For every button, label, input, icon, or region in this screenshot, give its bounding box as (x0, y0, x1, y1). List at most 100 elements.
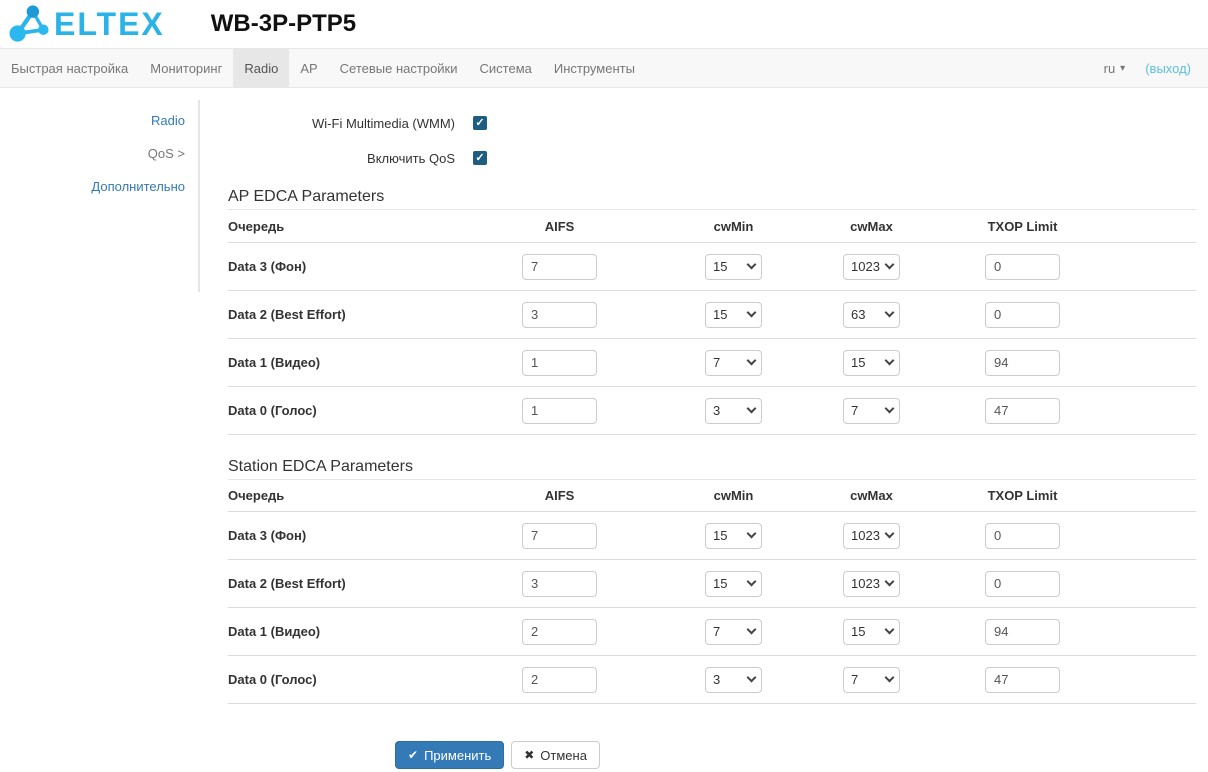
chevron-down-icon (885, 625, 895, 635)
queue-label: Data 0 (Голос) (228, 403, 522, 418)
txop-input[interactable] (985, 571, 1060, 597)
sidebar-item-radio[interactable]: Radio (0, 113, 185, 126)
cwmax-select[interactable]: 7 (843, 667, 900, 693)
cwmin-select[interactable]: 7 (705, 619, 762, 645)
wmm-label: Wi-Fi Multimedia (WMM) (228, 116, 455, 131)
col-header-queue: Очередь (228, 488, 522, 503)
txop-input[interactable] (985, 667, 1060, 693)
table-row: Data 1 (Видео) 7 15 (228, 608, 1196, 656)
table-header-row: Очередь AIFS cwMin cwMax TXOP Limit (228, 210, 1196, 243)
chevron-down-icon (885, 529, 895, 539)
sidebar-item-advanced[interactable]: Дополнительно (0, 179, 185, 192)
tab-system[interactable]: Система (469, 49, 543, 87)
chevron-down-icon (747, 577, 757, 587)
apply-button[interactable]: ✔ Применить (395, 741, 504, 769)
check-icon: ✔ (408, 748, 418, 762)
main-navbar: Быстрая настройка Мониторинг Radio AP Се… (0, 48, 1208, 88)
tab-radio[interactable]: Radio (233, 49, 289, 87)
txop-input[interactable] (985, 398, 1060, 424)
col-header-cwmax: cwMax (843, 219, 900, 234)
cwmax-select[interactable]: 15 (843, 350, 900, 376)
tab-tools[interactable]: Инструменты (543, 49, 646, 87)
aifs-input[interactable] (522, 254, 597, 280)
cwmax-select[interactable]: 63 (843, 302, 900, 328)
col-header-txop: TXOP Limit (985, 219, 1060, 234)
chevron-down-icon (747, 308, 757, 318)
queue-label: Data 1 (Видео) (228, 624, 522, 639)
tab-monitoring[interactable]: Мониторинг (139, 49, 233, 87)
chevron-down-icon (747, 356, 757, 366)
txop-input[interactable] (985, 254, 1060, 280)
chevron-down-icon (747, 673, 757, 683)
queue-label: Data 2 (Best Effort) (228, 307, 522, 322)
queue-label: Data 1 (Видео) (228, 355, 522, 370)
cwmin-select[interactable]: 15 (705, 571, 762, 597)
aifs-input[interactable] (522, 619, 597, 645)
caret-down-icon: ▾ (1120, 63, 1125, 74)
txop-input[interactable] (985, 302, 1060, 328)
sidebar-item-qos[interactable]: QoS > (0, 146, 185, 159)
queue-label: Data 3 (Фон) (228, 528, 522, 543)
cwmax-select[interactable]: 1023 (843, 523, 900, 549)
aifs-input[interactable] (522, 667, 597, 693)
cwmin-select[interactable]: 3 (705, 667, 762, 693)
logo-text: ELTEX (54, 8, 165, 40)
qos-enable-row: Включить QoS ✓ (228, 146, 1196, 170)
chevron-down-icon (747, 529, 757, 539)
cancel-button[interactable]: ✖ Отмена (511, 741, 600, 769)
cwmax-select[interactable]: 7 (843, 398, 900, 424)
aifs-input[interactable] (522, 523, 597, 549)
cross-icon: ✖ (524, 748, 534, 762)
chevron-down-icon (885, 673, 895, 683)
cwmax-select[interactable]: 15 (843, 619, 900, 645)
cwmin-select[interactable]: 3 (705, 398, 762, 424)
table-row: Data 0 (Голос) 3 7 (228, 656, 1196, 704)
table-row: Data 0 (Голос) 3 7 (228, 387, 1196, 435)
txop-input[interactable] (985, 523, 1060, 549)
qos-enable-checkbox[interactable]: ✓ (473, 151, 487, 165)
language-dropdown[interactable]: ru ▾ (1104, 61, 1126, 76)
col-header-txop: TXOP Limit (985, 488, 1060, 503)
cwmin-select[interactable]: 7 (705, 350, 762, 376)
cwmax-select[interactable]: 1023 (843, 571, 900, 597)
cwmin-select[interactable]: 15 (705, 523, 762, 549)
aifs-input[interactable] (522, 350, 597, 376)
cwmin-select[interactable]: 15 (705, 302, 762, 328)
aifs-input[interactable] (522, 571, 597, 597)
col-header-cwmin: cwMin (705, 488, 762, 503)
chevron-down-icon (747, 404, 757, 414)
cwmax-select[interactable]: 1023 (843, 254, 900, 280)
ap-edca-title: AP EDCA Parameters (228, 188, 1196, 210)
chevron-down-icon (747, 625, 757, 635)
wmm-checkbox[interactable]: ✓ (473, 116, 487, 130)
top-bar: ELTEX WB-3P-PTP5 (0, 0, 1208, 48)
eltex-molecule-icon (8, 4, 52, 44)
aifs-input[interactable] (522, 302, 597, 328)
aifs-input[interactable] (522, 398, 597, 424)
device-title: WB-3P-PTP5 (211, 10, 356, 38)
tab-network-settings[interactable]: Сетевые настройки (329, 49, 469, 87)
station-edca-table: Очередь AIFS cwMin cwMax TXOP Limit Data… (228, 480, 1196, 704)
tab-quick-setup[interactable]: Быстрая настройка (0, 49, 139, 87)
table-row: Data 2 (Best Effort) 15 63 (228, 291, 1196, 339)
col-header-cwmax: cwMax (843, 488, 900, 503)
chevron-down-icon (885, 404, 895, 414)
queue-label: Data 2 (Best Effort) (228, 576, 522, 591)
col-header-queue: Очередь (228, 219, 522, 234)
nav-tabs: Быстрая настройка Мониторинг Radio AP Се… (0, 49, 646, 87)
sidebar-divider (198, 100, 200, 292)
queue-label: Data 0 (Голос) (228, 672, 522, 687)
language-value: ru (1104, 61, 1116, 76)
cwmin-select[interactable]: 15 (705, 254, 762, 280)
tab-ap[interactable]: AP (289, 49, 328, 87)
chevron-down-icon (885, 260, 895, 270)
col-header-aifs: AIFS (522, 219, 597, 234)
chevron-down-icon (747, 260, 757, 270)
logout-link[interactable]: (выход) (1145, 61, 1191, 76)
chevron-down-icon (885, 577, 895, 587)
eltex-logo[interactable]: ELTEX (8, 4, 165, 44)
chevron-down-icon (885, 308, 895, 318)
txop-input[interactable] (985, 350, 1060, 376)
txop-input[interactable] (985, 619, 1060, 645)
table-row: Data 2 (Best Effort) 15 1023 (228, 560, 1196, 608)
